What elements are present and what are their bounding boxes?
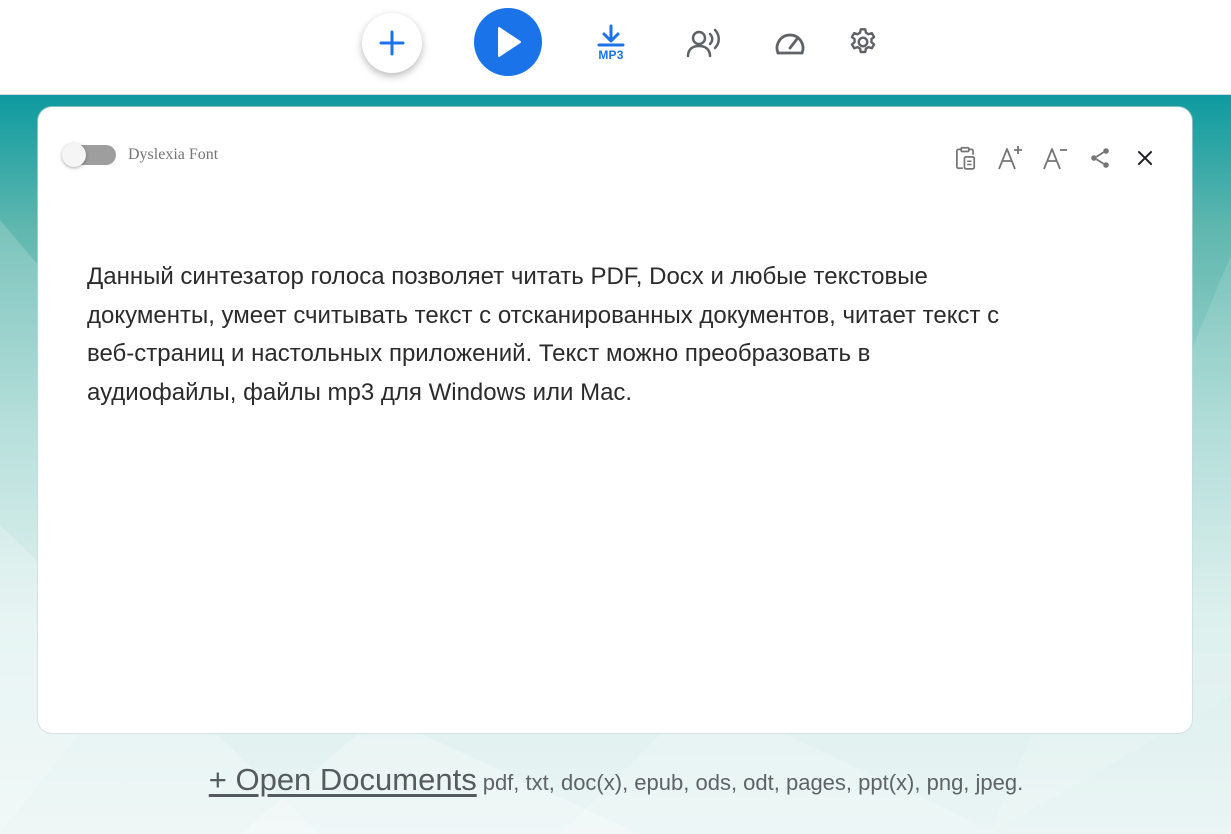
- plus-icon: [379, 30, 405, 56]
- speed-button[interactable]: [771, 25, 809, 61]
- paste-button[interactable]: [950, 143, 980, 173]
- supported-formats: pdf, txt, doc(x), epub, ods, odt, pages,…: [482, 770, 1024, 795]
- play-icon: [498, 27, 521, 57]
- download-mp3-icon: [597, 24, 625, 47]
- reader-text[interactable]: Данный синтезатор голоса позволяет читат…: [87, 258, 1157, 413]
- open-documents-link[interactable]: + Open Documents: [209, 762, 477, 797]
- mp3-label: MP3: [598, 48, 624, 62]
- share-button[interactable]: [1085, 143, 1115, 173]
- gear-icon: [850, 28, 876, 54]
- open-documents-bar: + Open Documents pdf, txt, doc(x), epub, …: [0, 762, 1231, 798]
- download-mp3-button[interactable]: MP3: [588, 18, 634, 66]
- settings-button[interactable]: [845, 24, 881, 60]
- dyslexia-font-toggle[interactable]: [62, 143, 116, 167]
- increase-font-button[interactable]: [995, 143, 1025, 173]
- play-button[interactable]: [474, 8, 542, 76]
- toggle-knob: [62, 143, 86, 167]
- font-increase-icon: [998, 146, 1022, 170]
- decrease-font-button[interactable]: [1040, 143, 1070, 173]
- clipboard-icon: [956, 146, 976, 170]
- top-toolbar: MP3: [0, 0, 1231, 95]
- close-icon: [1138, 151, 1152, 165]
- speedometer-icon: [775, 33, 805, 55]
- voice-button[interactable]: [684, 24, 724, 62]
- close-button[interactable]: [1130, 143, 1160, 173]
- dyslexia-font-label: Dyslexia Font: [128, 146, 219, 163]
- font-decrease-icon: [1043, 148, 1067, 170]
- voice-icon: [686, 28, 720, 58]
- add-button[interactable]: [362, 13, 422, 73]
- reader-card: Dyslexia Font Данный синтезатор голоса п…: [38, 107, 1192, 733]
- share-icon: [1091, 148, 1109, 168]
